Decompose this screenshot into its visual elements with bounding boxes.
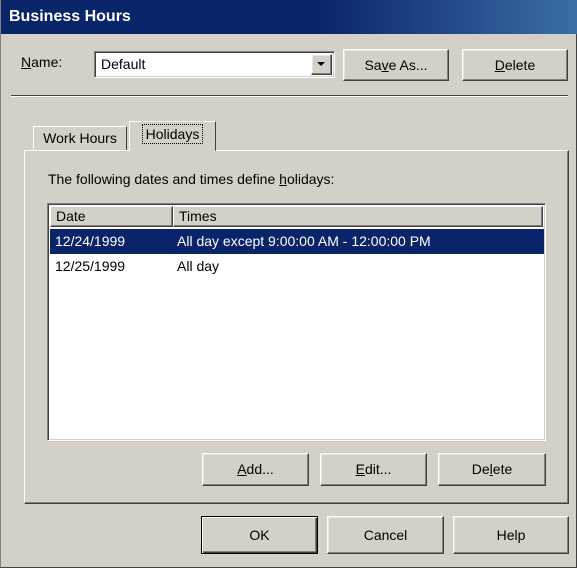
tab-work-hours[interactable]: Work Hours [33,126,127,150]
edit-button[interactable]: Edit... [320,453,427,486]
list-item[interactable]: 12/25/1999 All day [50,254,544,279]
business-hours-dialog: Business Hours Name: Default Save As... … [0,0,577,568]
title-bar: Business Hours [1,0,577,34]
list-item[interactable]: 12/24/1999 All day except 9:00:00 AM - 1… [50,229,544,254]
cancel-button[interactable]: Cancel [327,516,444,554]
name-combobox-value: Default [101,56,146,72]
column-header-times[interactable]: Times [173,206,543,227]
help-button[interactable]: Help [453,516,569,554]
holiday-times: All day [177,258,220,274]
name-dropdown-button[interactable] [311,54,332,75]
holidays-list[interactable]: Date Times 12/24/1999 All day except 9:0… [47,203,546,441]
ok-button[interactable]: OK [201,516,318,554]
name-combobox[interactable]: Default [94,51,335,78]
delete-button[interactable]: Delete [462,49,568,81]
holidays-description: The following dates and times define hol… [48,171,335,187]
save-as-button[interactable]: Save As... [343,49,449,81]
tab-holidays[interactable]: Holidays [129,121,216,151]
add-button[interactable]: Add... [202,453,309,486]
column-header-date[interactable]: Date [50,206,173,227]
holiday-date: 12/25/1999 [55,258,126,274]
holidays-panel: The following dates and times define hol… [24,150,569,504]
separator [11,95,568,97]
holiday-date: 12/24/1999 [55,233,126,249]
chevron-down-icon [317,62,325,66]
name-label: Name: [21,54,63,70]
holiday-times: All day except 9:00:00 AM - 12:00:00 PM [177,233,431,249]
delete-holiday-button[interactable]: Delete [438,453,546,486]
window-title: Business Hours [9,8,131,25]
